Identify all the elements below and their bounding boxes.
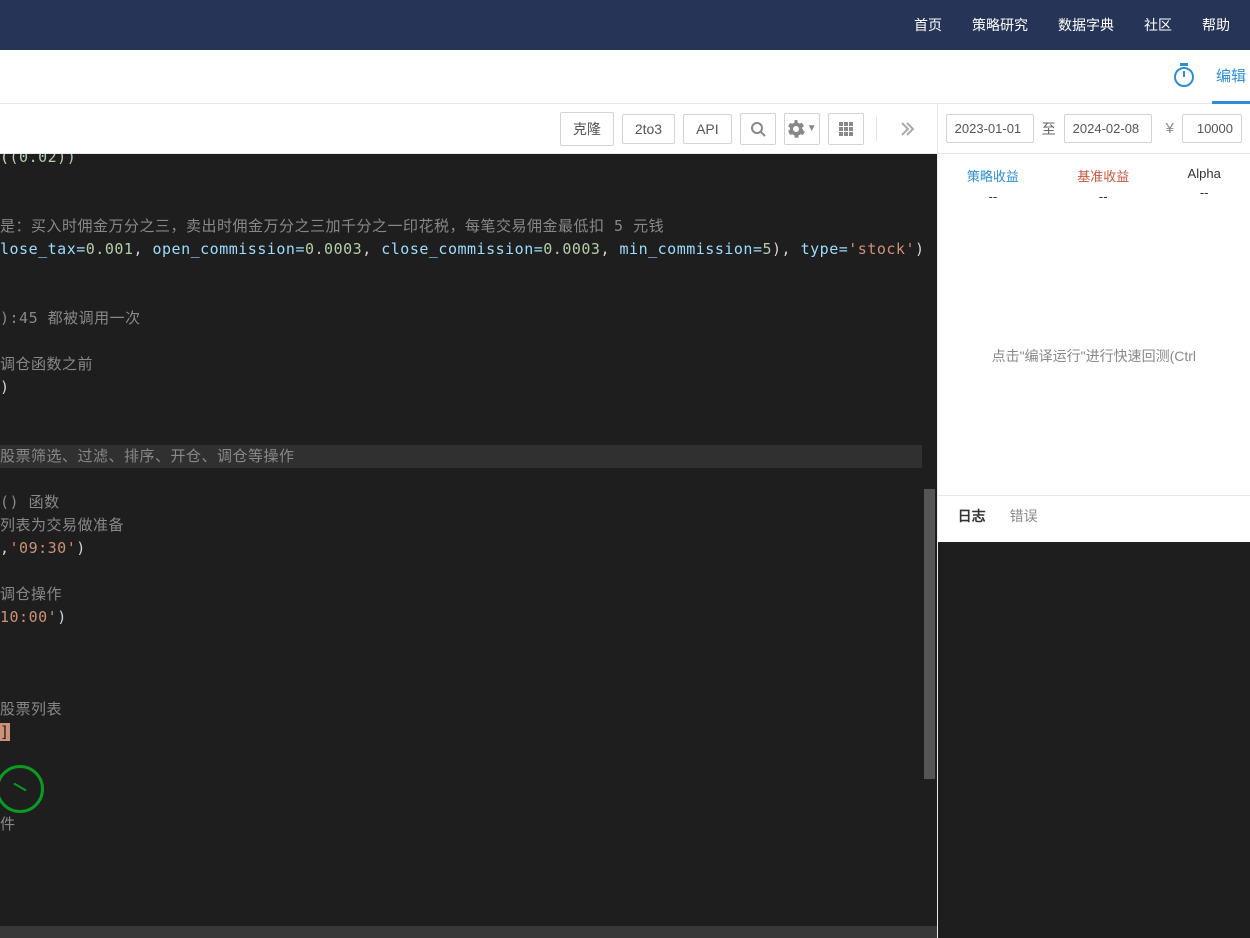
chart-hint-text: 点击"编译运行"进行快速回测(Ctrl bbox=[992, 346, 1196, 366]
tab-log[interactable]: 日志 bbox=[958, 506, 986, 532]
editor-hscrollbar[interactable] bbox=[0, 926, 937, 938]
timer-icon[interactable] bbox=[1174, 67, 1194, 87]
top-nav: 首页 策略研究 数据字典 社区 帮助 bbox=[0, 0, 1250, 50]
nav-community[interactable]: 社区 bbox=[1144, 15, 1172, 35]
stat-benchmark-return-value: -- bbox=[1077, 189, 1129, 204]
clone-button[interactable]: 克隆 bbox=[560, 112, 614, 146]
nav-home[interactable]: 首页 bbox=[914, 15, 942, 35]
stat-strategy-return-value: -- bbox=[967, 189, 1019, 204]
api-button[interactable]: API bbox=[683, 114, 732, 144]
chevron-right-icon[interactable] bbox=[889, 113, 925, 145]
edit-tab[interactable]: 编辑 bbox=[1212, 50, 1250, 104]
stat-strategy-return-label: 策略收益 bbox=[967, 166, 1019, 185]
secondary-bar: 编辑 bbox=[0, 50, 1250, 104]
tab-error[interactable]: 错误 bbox=[1010, 506, 1038, 532]
nav-help[interactable]: 帮助 bbox=[1202, 15, 1230, 35]
stats-row: 策略收益 -- 基准收益 -- Alpha -- bbox=[938, 154, 1250, 216]
editor-pane: 克隆 2to3 API ▼ ior') bbox=[0, 104, 938, 938]
chart-placeholder: 点击"编译运行"进行快速回测(Ctrl bbox=[938, 216, 1250, 496]
currency-icon: ¥ bbox=[1166, 120, 1174, 137]
stat-alpha-label: Alpha bbox=[1188, 166, 1221, 181]
nav-datadict[interactable]: 数据字典 bbox=[1058, 15, 1114, 35]
editor-toolbar: 克隆 2to3 API ▼ bbox=[0, 104, 937, 154]
log-tabs: 日志 错误 bbox=[938, 496, 1250, 542]
toolbar-separator bbox=[876, 117, 877, 141]
backtest-params: 至 ¥ bbox=[938, 104, 1250, 154]
date-to-input[interactable] bbox=[1064, 114, 1152, 143]
nav-research[interactable]: 策略研究 bbox=[972, 15, 1028, 35]
gear-icon[interactable]: ▼ bbox=[784, 113, 820, 145]
results-pane: 至 ¥ 策略收益 -- 基准收益 -- Alpha -- 点击"编译运行"进行快… bbox=[938, 104, 1250, 938]
code-editor[interactable]: ior') ((0.02)) 是：买入时佣金万分之三，卖出时佣金万分之三加千分之… bbox=[0, 154, 937, 938]
log-output[interactable] bbox=[938, 542, 1250, 938]
editor-vscrollbar[interactable] bbox=[922, 154, 937, 938]
stat-alpha-value: -- bbox=[1188, 185, 1221, 200]
stat-benchmark-return-label: 基准收益 bbox=[1077, 166, 1129, 185]
date-from-input[interactable] bbox=[946, 114, 1034, 143]
amount-input[interactable] bbox=[1182, 114, 1242, 143]
2to3-button[interactable]: 2to3 bbox=[622, 114, 675, 144]
search-icon[interactable] bbox=[740, 113, 776, 145]
grid-icon[interactable] bbox=[828, 113, 864, 145]
date-separator: 至 bbox=[1042, 119, 1056, 139]
